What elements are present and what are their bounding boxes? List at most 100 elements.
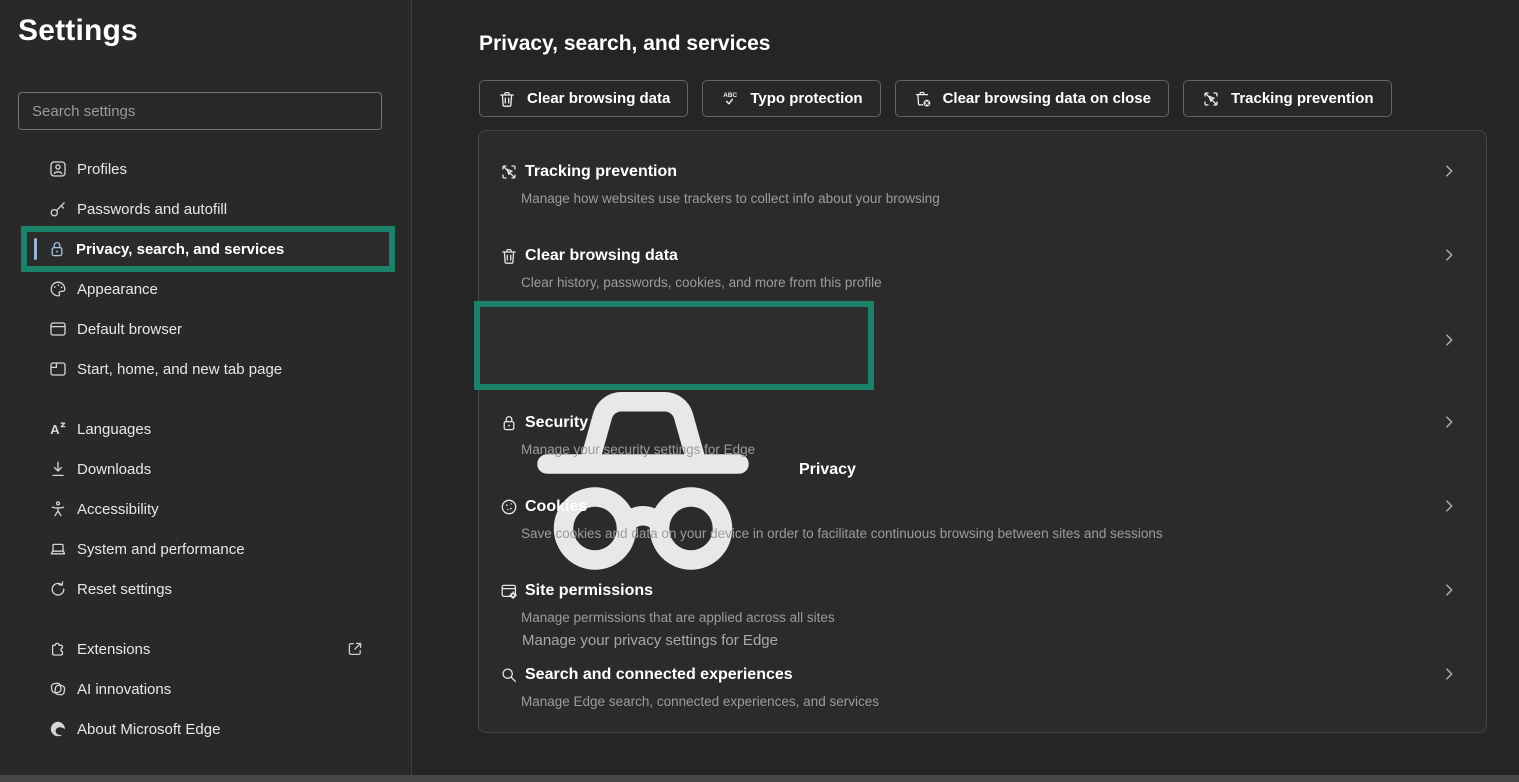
trash-icon bbox=[497, 89, 517, 109]
row-description: Clear history, passwords, cookies, and m… bbox=[521, 275, 882, 290]
sidebar-item-label: Passwords and autofill bbox=[77, 200, 228, 218]
sidebar-item-label: Appearance bbox=[77, 280, 158, 298]
chevron-right-icon bbox=[1440, 497, 1458, 515]
chevron-right-icon bbox=[1440, 413, 1458, 431]
page-title: Settings bbox=[18, 14, 138, 47]
settings-row-site-permissions[interactable]: Site permissions Manage permissions that… bbox=[499, 581, 1458, 625]
sidebar: Settings Profiles Passwords and autofill bbox=[0, 0, 412, 782]
edge-settings-window: Settings Profiles Passwords and autofill bbox=[0, 0, 1519, 782]
svg-text:ABC: ABC bbox=[724, 92, 738, 99]
cookie-icon bbox=[499, 497, 519, 517]
puzzle-icon bbox=[48, 639, 68, 659]
sidebar-item-appearance[interactable]: Appearance bbox=[0, 269, 411, 309]
sidebar-item-about-microsoft-edge[interactable]: About Microsoft Edge bbox=[0, 709, 411, 749]
sidebar-item-label: Default browser bbox=[77, 320, 183, 338]
abc-check-icon: ABC bbox=[720, 89, 740, 109]
selected-indicator bbox=[34, 238, 37, 260]
settings-row-tracking-prevention[interactable]: Tracking prevention Manage how websites … bbox=[499, 162, 1458, 206]
sidebar-item-downloads[interactable]: Downloads bbox=[0, 449, 411, 489]
new-tab-icon bbox=[48, 359, 68, 379]
window-bottom-edge bbox=[0, 775, 1519, 782]
external-link-icon bbox=[345, 639, 365, 659]
tracking-prevention-icon bbox=[1201, 89, 1221, 109]
row-title: Site permissions bbox=[525, 582, 654, 599]
row-description: Manage Edge search, connected experience… bbox=[521, 694, 879, 709]
lock-icon bbox=[499, 413, 519, 433]
sidebar-item-label: Profiles bbox=[77, 160, 128, 178]
chevron-right-icon bbox=[1440, 331, 1458, 349]
trash-icon bbox=[499, 246, 519, 266]
sidebar-nav: Profiles Passwords and autofill Privacy,… bbox=[0, 149, 411, 749]
button-label: Clear browsing data bbox=[527, 90, 671, 107]
sidebar-item-label: Privacy, search, and services bbox=[76, 240, 285, 258]
row-description: Manage your privacy settings for Edge bbox=[522, 632, 778, 649]
reset-icon bbox=[48, 579, 68, 599]
nav-group-divider bbox=[0, 389, 411, 409]
sidebar-item-reset-settings[interactable]: Reset settings bbox=[0, 569, 411, 609]
download-icon bbox=[48, 459, 68, 479]
settings-row-security[interactable]: Security Manage your security settings f… bbox=[499, 413, 1458, 457]
sidebar-item-label: AI innovations bbox=[77, 680, 172, 698]
row-title: Search and connected experiences bbox=[525, 666, 793, 683]
clear-browsing-data-button[interactable]: Clear browsing data bbox=[479, 80, 689, 117]
sidebar-item-passwords-and-autofill[interactable]: Passwords and autofill bbox=[0, 189, 411, 229]
row-description: Save cookies and data on your device in … bbox=[521, 526, 1163, 541]
row-title: Privacy bbox=[799, 461, 856, 478]
site-permissions-icon bbox=[499, 581, 519, 601]
sidebar-item-profiles[interactable]: Profiles bbox=[0, 149, 411, 189]
edge-logo-icon bbox=[48, 719, 68, 739]
palette-icon bbox=[48, 279, 68, 299]
sidebar-item-label: System and performance bbox=[77, 540, 245, 558]
trash-close-icon bbox=[913, 89, 933, 109]
highlight-annotation-privacy: Privacy Manage your privacy settings for… bbox=[474, 301, 874, 649]
svg-text:A: A bbox=[50, 422, 60, 437]
settings-card: Tracking prevention Manage how websites … bbox=[474, 130, 1487, 733]
settings-row-clear-browsing-data[interactable]: Clear browsing data Clear history, passw… bbox=[499, 246, 1458, 290]
sidebar-item-label: Languages bbox=[77, 420, 152, 438]
chevron-right-icon bbox=[1440, 162, 1458, 180]
sidebar-item-label: About Microsoft Edge bbox=[77, 720, 221, 738]
profile-card-icon bbox=[48, 159, 68, 179]
clear-browsing-data-on-close-button[interactable]: Clear browsing data on close bbox=[894, 80, 1169, 117]
row-description: Manage permissions that are applied acro… bbox=[521, 610, 835, 625]
translate-icon: A bbox=[48, 419, 68, 439]
button-label: Tracking prevention bbox=[1230, 90, 1374, 107]
typo-protection-button[interactable]: ABC Typo protection bbox=[702, 80, 881, 117]
sidebar-item-languages[interactable]: A Languages bbox=[0, 409, 411, 449]
laptop-icon bbox=[48, 539, 68, 559]
nav-group-divider bbox=[0, 609, 411, 629]
section-title: Privacy, search, and services bbox=[479, 32, 771, 55]
sidebar-item-accessibility[interactable]: Accessibility bbox=[0, 489, 411, 529]
search-icon bbox=[499, 665, 519, 685]
settings-row-cookies[interactable]: Cookies Save cookies and data on your de… bbox=[499, 497, 1458, 541]
sidebar-item-extensions[interactable]: Extensions bbox=[0, 629, 411, 669]
sidebar-item-label: Reset settings bbox=[77, 580, 173, 598]
sidebar-item-start-home-new-tab[interactable]: Start, home, and new tab page bbox=[0, 349, 411, 389]
settings-row-search-and-connected-experiences[interactable]: Search and connected experiences Manage … bbox=[499, 665, 1458, 709]
ai-icon bbox=[48, 679, 68, 699]
tracking-prevention-button[interactable]: Tracking prevention bbox=[1182, 80, 1392, 117]
sidebar-item-system-and-performance[interactable]: System and performance bbox=[0, 529, 411, 569]
row-title: Cookies bbox=[525, 498, 588, 515]
sidebar-item-ai-innovations[interactable]: AI innovations bbox=[0, 669, 411, 709]
highlight-annotation-sidebar: Privacy, search, and services bbox=[21, 226, 395, 272]
sidebar-item-label: Accessibility bbox=[77, 500, 159, 518]
quick-actions-bar: Clear browsing data ABC Typo protection … bbox=[479, 80, 1392, 117]
tracking-prevention-icon bbox=[499, 162, 519, 182]
row-description: Manage your security settings for Edge bbox=[521, 442, 756, 457]
sidebar-item-label: Start, home, and new tab page bbox=[77, 360, 283, 378]
accessibility-icon bbox=[48, 499, 68, 519]
browser-window-icon bbox=[48, 319, 68, 339]
chevron-right-icon bbox=[1440, 581, 1458, 599]
sidebar-item-default-browser[interactable]: Default browser bbox=[0, 309, 411, 349]
sidebar-item-privacy-search-services[interactable]: Privacy, search, and services bbox=[27, 232, 389, 266]
button-label: Clear browsing data on close bbox=[942, 90, 1151, 107]
row-title: Tracking prevention bbox=[525, 163, 678, 180]
row-description: Manage how websites use trackers to coll… bbox=[521, 191, 940, 206]
chevron-right-icon bbox=[1440, 665, 1458, 683]
incognito-icon bbox=[493, 320, 793, 620]
lock-icon bbox=[47, 239, 67, 259]
chevron-right-icon bbox=[1440, 246, 1458, 264]
button-label: Typo protection bbox=[750, 90, 863, 107]
search-settings-input[interactable] bbox=[18, 92, 382, 130]
